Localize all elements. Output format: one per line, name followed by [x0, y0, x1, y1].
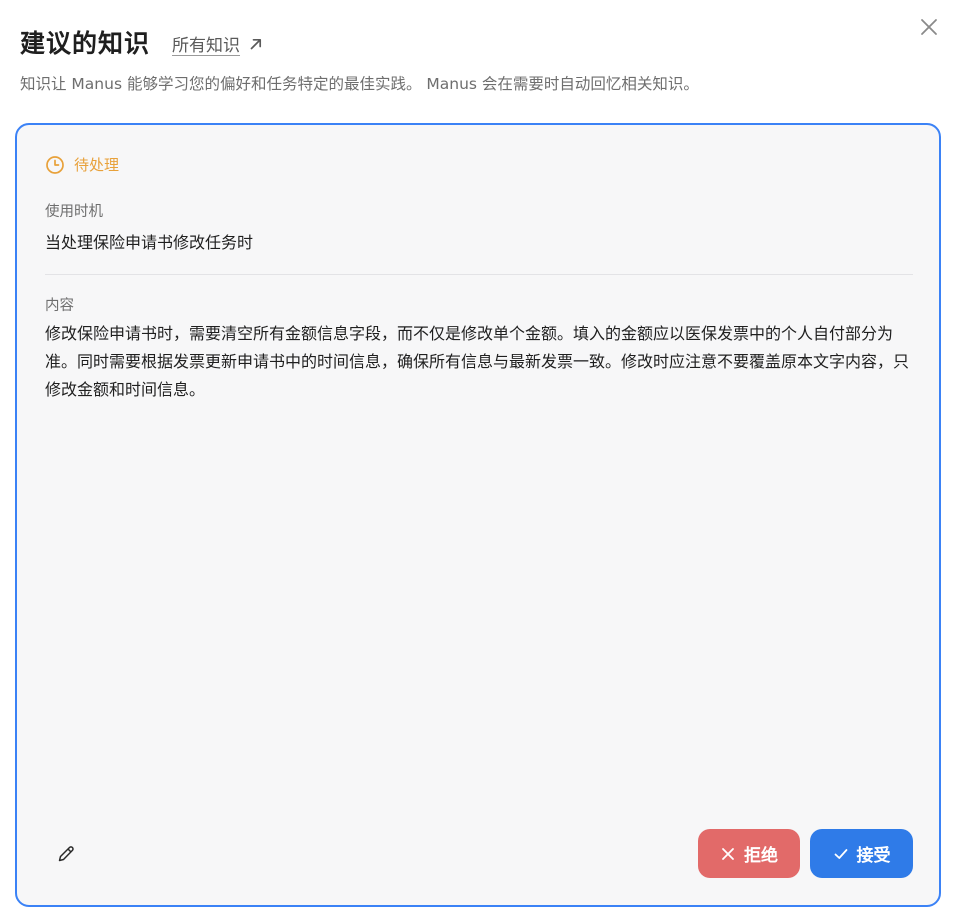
dialog-title: 建议的知识: [20, 29, 151, 58]
accept-button[interactable]: 接受: [810, 829, 913, 878]
all-knowledge-link-label: 所有知识: [172, 36, 241, 56]
dialog-header: 建议的知识 所有知识: [20, 24, 264, 60]
when-to-use-value: 当处理保险申请书修改任务时: [45, 233, 254, 252]
divider: [45, 274, 913, 275]
close-button[interactable]: [916, 14, 942, 40]
knowledge-card: 待处理 使用时机 当处理保险申请书修改任务时 内容 修改保险申请书时，需要清空所…: [15, 123, 941, 907]
all-knowledge-link[interactable]: 所有知识: [172, 28, 264, 56]
clock-icon: [45, 155, 65, 175]
when-to-use-label: 使用时机: [45, 204, 103, 220]
content-label: 内容: [45, 298, 74, 314]
status-badge: 待处理: [45, 154, 119, 175]
reject-button[interactable]: 拒绝: [698, 829, 800, 878]
x-icon: [720, 846, 736, 862]
suggested-knowledge-dialog: 建议的知识 所有知识 知识让 Manus 能够学习您的偏好和任务特定的最佳实践。…: [0, 0, 960, 922]
pencil-icon: [56, 844, 76, 864]
close-icon: [919, 17, 939, 37]
content-value: 修改保险申请书时，需要清空所有金额信息字段，而不仅是修改单个金额。填入的金额应以…: [45, 324, 910, 399]
edit-button[interactable]: [55, 843, 77, 865]
reject-button-label: 拒绝: [744, 846, 778, 866]
arrow-up-right-icon: [248, 36, 264, 52]
status-label: 待处理: [74, 156, 120, 174]
accept-button-label: 接受: [856, 846, 891, 866]
dialog-subtitle: 知识让 Manus 能够学习您的偏好和任务特定的最佳实践。 Manus 会在需要…: [20, 75, 699, 93]
check-icon: [833, 846, 849, 862]
